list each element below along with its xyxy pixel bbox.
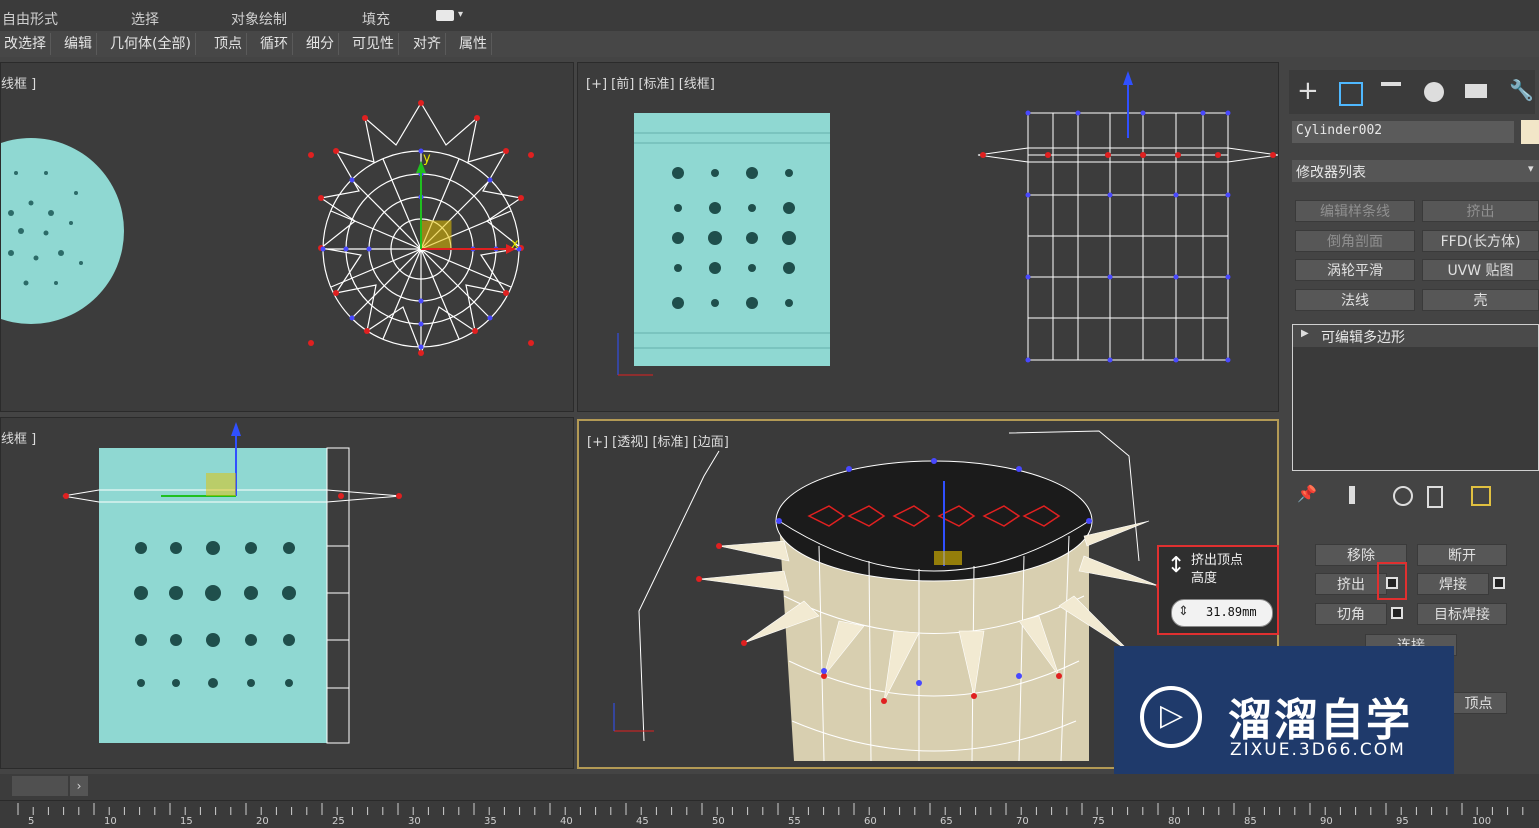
weld-button[interactable]: 焊接 xyxy=(1417,573,1489,595)
command-tabs: + 🔧 xyxy=(1289,70,1535,114)
viewport-top[interactable]: 线框 ] y x xyxy=(0,62,574,412)
ribbon-sub-bar: 改选择 编辑 几何体(全部) 顶点 循环 细分 可见性 对齐 属性 xyxy=(0,31,1539,57)
expand-arrow-icon[interactable]: ▶ xyxy=(1301,328,1309,339)
viewport-left[interactable]: 线框 ] xyxy=(0,417,574,769)
height-arrow-icon: ↕ xyxy=(1167,553,1186,578)
timeline-tick-label: 50 xyxy=(712,816,725,827)
create-icon[interactable]: + xyxy=(1297,76,1319,106)
timeline-tick-label: 95 xyxy=(1396,816,1409,827)
ffd-box-button[interactable]: FFD(长方体) xyxy=(1422,230,1539,252)
tab-selection[interactable]: 选择 xyxy=(131,9,159,29)
tab-freeform[interactable]: 自由形式 xyxy=(2,9,58,29)
viewport-front[interactable]: [+] [前] [标准] [线框] xyxy=(577,62,1279,412)
timeline-tick-label: 5 xyxy=(28,816,35,827)
timeline-tick-label: 80 xyxy=(1168,816,1181,827)
watermark-brand: 溜溜自学 xyxy=(1228,695,1412,746)
caddy-title: 挤出顶点 xyxy=(1191,553,1244,568)
stack-item-editable-poly[interactable]: ▶ 可编辑多边形 xyxy=(1293,325,1538,347)
weld-settings-icon[interactable] xyxy=(1493,577,1505,589)
modify-selection-button[interactable]: 改选择 xyxy=(0,33,51,55)
edit-spline-button[interactable]: 编辑样条线 xyxy=(1295,200,1415,222)
show-end-result-icon[interactable] xyxy=(1349,486,1355,504)
timeline-tick-label: 100 xyxy=(1472,816,1492,827)
timeline-tick-label: 75 xyxy=(1092,816,1105,827)
axis-x-label: x xyxy=(511,237,519,252)
timeline-tick-label: 70 xyxy=(1016,816,1029,827)
timeline-tick-label: 55 xyxy=(788,816,801,827)
make-unique-icon[interactable] xyxy=(1393,486,1413,506)
modifier-list-label: 修改器列表 xyxy=(1296,165,1366,181)
timeline-tick-label: 45 xyxy=(636,816,649,827)
display-icon[interactable] xyxy=(1465,84,1487,98)
properties-button[interactable]: 属性 xyxy=(455,33,492,55)
chamfer-button[interactable]: 切角 xyxy=(1315,603,1387,625)
object-name-field[interactable]: Cylinder002 xyxy=(1292,121,1514,143)
tab-populate[interactable]: 填充 xyxy=(362,9,390,29)
time-slider-bar: › xyxy=(0,774,1539,800)
timeline-tick-label: 90 xyxy=(1320,816,1333,827)
timeline-tick-label: 60 xyxy=(864,816,877,827)
timeline-tick-label: 35 xyxy=(484,816,497,827)
edit-button[interactable]: 编辑 xyxy=(60,33,97,55)
turbosmooth-button[interactable]: 涡轮平滑 xyxy=(1295,259,1415,281)
timeline-tick-label: 85 xyxy=(1244,816,1257,827)
logo-icon: ▷ xyxy=(1140,686,1202,748)
modify-icon[interactable] xyxy=(1339,82,1363,106)
uvw-map-button[interactable]: UVW 贴图 xyxy=(1422,259,1539,281)
target-weld-button[interactable]: 目标焊接 xyxy=(1417,603,1507,625)
extrude-modifier-button[interactable]: 挤出 xyxy=(1422,200,1539,222)
object-color-swatch[interactable] xyxy=(1521,120,1539,144)
geometry-all-button[interactable]: 几何体(全部) xyxy=(106,33,196,55)
motion-icon[interactable] xyxy=(1424,82,1444,102)
vertex-button[interactable]: 顶点 xyxy=(210,33,247,55)
vertex-partial-button[interactable]: 顶点 xyxy=(1450,692,1507,714)
chevron-down-icon[interactable]: ▾ xyxy=(1528,162,1534,175)
bevel-profile-button[interactable]: 倒角剖面 xyxy=(1295,230,1415,252)
timeline-ruler xyxy=(17,803,1524,815)
time-slider-thumb[interactable] xyxy=(12,776,68,796)
object-name-value[interactable]: Cylinder002 xyxy=(1296,123,1382,138)
break-button[interactable]: 断开 xyxy=(1417,544,1507,566)
modifier-stack: ▶ 可编辑多边形 xyxy=(1292,324,1539,471)
left-view-mesh xyxy=(62,422,402,744)
spinner-icon[interactable]: ⇕ xyxy=(1178,604,1189,619)
stack-tools: 📌 xyxy=(1297,484,1537,508)
utilities-icon[interactable]: 🔧 xyxy=(1509,78,1534,102)
remove-modifier-icon[interactable] xyxy=(1427,486,1443,508)
timeline-tick-label: 40 xyxy=(560,816,573,827)
timeline-tick-label: 25 xyxy=(332,816,345,827)
timeline-tick-label: 65 xyxy=(940,816,953,827)
height-spinner[interactable]: ⇕ 31.89mm xyxy=(1171,599,1273,627)
watermark-url: ZIXUE.3D66.COM xyxy=(1230,740,1406,760)
timeline-tick-label: 20 xyxy=(256,816,269,827)
extrude-settings-icon[interactable] xyxy=(1386,577,1398,589)
timeline-tick-label: 10 xyxy=(104,816,117,827)
extrude-vertices-caddy: ↕ 挤出顶点 高度 ⇕ 31.89mm xyxy=(1157,545,1279,635)
axis-y-label: y xyxy=(423,151,431,166)
ribbon-toggle-icon[interactable] xyxy=(436,10,454,21)
subdivide-button[interactable]: 细分 xyxy=(302,33,339,55)
visibility-button[interactable]: 可见性 xyxy=(348,33,399,55)
hierarchy-icon[interactable] xyxy=(1381,82,1401,86)
next-frame-button[interactable]: › xyxy=(70,776,88,796)
shell-button[interactable]: 壳 xyxy=(1422,289,1539,311)
loop-button[interactable]: 循环 xyxy=(256,33,293,55)
stack-item-label: 可编辑多边形 xyxy=(1321,330,1405,346)
pin-stack-icon[interactable]: 📌 xyxy=(1297,484,1317,503)
chevron-down-icon[interactable]: ▾ xyxy=(458,9,463,20)
caddy-height-label: 高度 xyxy=(1191,571,1218,586)
chamfer-settings-icon[interactable] xyxy=(1391,607,1403,619)
normal-button[interactable]: 法线 xyxy=(1295,289,1415,311)
modifier-list-dropdown[interactable]: 修改器列表 ▾ xyxy=(1292,160,1539,182)
tab-object-paint[interactable]: 对象绘制 xyxy=(231,9,287,29)
configure-sets-icon[interactable] xyxy=(1471,486,1491,506)
top-view-mesh xyxy=(1,100,534,356)
height-value[interactable]: 31.89mm xyxy=(1206,605,1257,619)
timeline-tick-label: 15 xyxy=(180,816,193,827)
timeline[interactable]: 5 10 15 20 25 30 35 40 45 50 55 60 65 70 75 80 85 90 95 100 xyxy=(0,800,1539,828)
front-view-mesh xyxy=(617,71,1278,376)
align-button[interactable]: 对齐 xyxy=(409,33,446,55)
timeline-tick-label: 30 xyxy=(408,816,421,827)
ribbon-tabs-bar: 自由形式 选择 对象绘制 填充 ▾ xyxy=(0,0,1539,32)
